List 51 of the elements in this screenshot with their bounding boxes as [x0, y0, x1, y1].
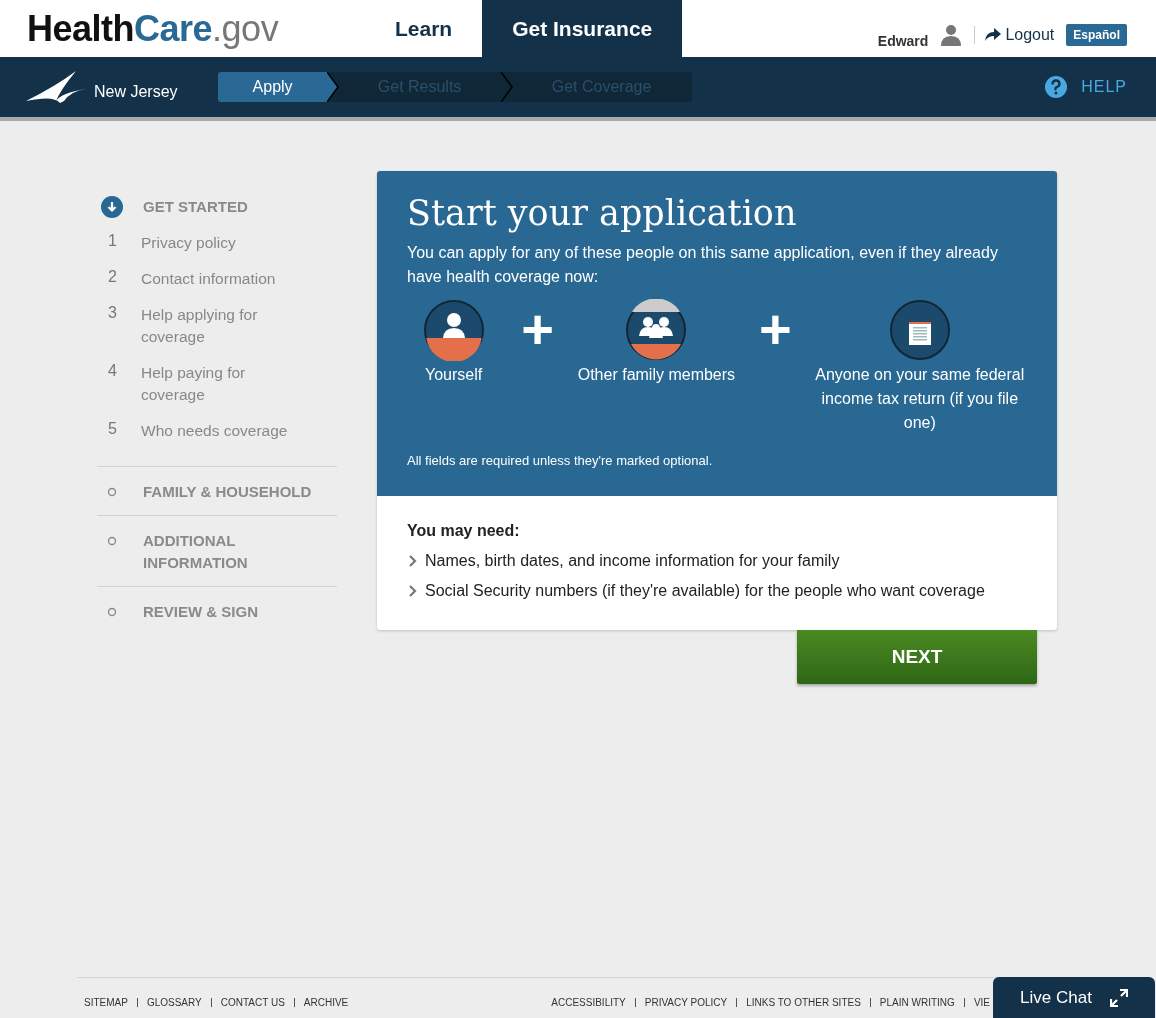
footer-link[interactable]: GLOSSARY	[146, 997, 202, 1008]
healthcare-logo[interactable]: HealthCare.gov	[27, 0, 365, 57]
footer-link[interactable]: VIE	[973, 997, 990, 1008]
step-link[interactable]: Contact information	[141, 268, 311, 290]
step-link[interactable]: Privacy policy	[141, 232, 311, 254]
nav-tab[interactable]: Get Insurance	[482, 0, 683, 57]
step-number: 3	[108, 304, 118, 323]
logout-link[interactable]: Logout	[974, 25, 1055, 44]
step-link[interactable]: Help paying for coverage	[141, 362, 311, 406]
plus-sign: +	[757, 299, 793, 359]
footer-link[interactable]: ACCESSIBILITY	[551, 997, 626, 1008]
step-link[interactable]: Help applying for coverage	[141, 304, 311, 348]
step-link[interactable]: Who needs coverage	[141, 420, 311, 442]
nav-tab[interactable]: Learn	[365, 0, 483, 57]
footer-link[interactable]: PLAIN WRITING	[879, 997, 955, 1008]
footer-link[interactable]: PRIVACY POLICY	[644, 997, 728, 1008]
person-label: Yourself	[425, 365, 483, 385]
help-icon	[1045, 76, 1068, 98]
chevron-icon	[407, 585, 419, 597]
step-number: 1	[108, 232, 118, 251]
intro-text: You can apply for any of these people on this same application, even if they already have health coverage now:	[407, 243, 999, 287]
family-icon	[625, 299, 688, 361]
card-title: Start your application	[407, 193, 798, 233]
chevron-icon	[407, 555, 419, 567]
person-label: Anyone on your same federal income tax return (if you file one)	[814, 365, 1026, 433]
state-logo-icon	[26, 71, 86, 103]
state-name: New Jersey	[94, 83, 178, 101]
chevron-icon	[326, 72, 339, 102]
help-link[interactable]: HELP	[1045, 76, 1127, 98]
user-icon	[940, 23, 963, 46]
tax-form-icon	[888, 299, 951, 361]
next-button[interactable]: NEXT	[797, 630, 1037, 684]
needs-item: Social Security numbers (if they're available) for the people who want coverage	[425, 582, 985, 600]
person-label: Other family members	[577, 365, 736, 385]
required-note: All fields are required unless they're marked optional.	[407, 453, 714, 468]
footer-link[interactable]: LINKS TO OTHER SITES	[746, 997, 861, 1008]
step-number: 2	[108, 268, 118, 287]
person-icon	[422, 299, 485, 361]
arrow-icon	[985, 27, 1002, 42]
footer-link[interactable]: CONTACT US	[220, 997, 285, 1008]
expand-icon	[1109, 988, 1128, 1007]
step-number: 5	[108, 420, 118, 439]
needs-item: Names, birth dates, and income information for your family	[425, 552, 840, 570]
language-button[interactable]: Español	[1066, 23, 1127, 46]
needs-heading: You may need:	[407, 522, 521, 540]
live-chat-button[interactable]: Live Chat	[993, 977, 1155, 1018]
footer-link[interactable]: ARCHIVE	[303, 997, 349, 1008]
plus-sign: +	[520, 299, 555, 359]
user-name: Edward	[877, 32, 929, 49]
footer-link[interactable]: SITEMAP	[84, 997, 128, 1008]
step-number: 4	[108, 362, 118, 381]
